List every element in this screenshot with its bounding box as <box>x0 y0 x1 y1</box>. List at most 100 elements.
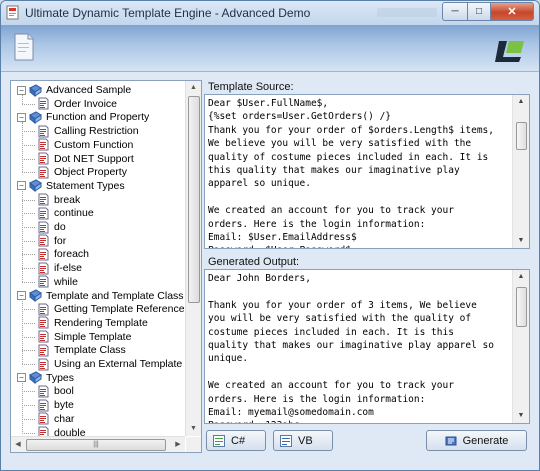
tree-category[interactable]: − Advanced Sample <box>17 83 131 97</box>
scroll-right-arrow-icon[interactable]: ▶ <box>171 437 185 452</box>
collapse-icon[interactable]: − <box>17 85 26 95</box>
code-line: quality that makes our imaginative play … <box>208 340 494 352</box>
tree-item[interactable]: Using an External Template <box>37 357 182 371</box>
tree-item[interactable]: Rendering Template <box>37 316 148 330</box>
csharp-button[interactable]: C# <box>206 430 266 451</box>
tree-category[interactable]: − Types <box>17 371 74 385</box>
tree-connector <box>22 227 35 228</box>
tree-category[interactable]: − Function and Property <box>17 110 149 124</box>
tree-vertical-scrollbar[interactable]: ▲ ▼ <box>185 81 201 436</box>
scrollbar-thumb[interactable] <box>516 287 527 327</box>
document-icon <box>38 138 49 151</box>
tree-connector <box>22 122 23 173</box>
scroll-up-arrow-icon[interactable]: ▲ <box>513 95 529 109</box>
book-icon <box>29 111 42 124</box>
output-vertical-scrollbar[interactable]: ▲ ▼ <box>512 270 529 423</box>
tree-item[interactable]: if-else <box>37 261 82 275</box>
code-line: this quality that makes our imaginative … <box>208 165 460 177</box>
tree-connector <box>22 300 23 364</box>
scrollbar-thumb[interactable]: ||| <box>26 439 166 451</box>
close-button[interactable]: ✕ <box>491 2 534 21</box>
tree-item[interactable]: Getting Template Reference <box>37 302 185 316</box>
app-window: Ultimate Dynamic Template Engine - Advan… <box>0 0 540 471</box>
tree-category[interactable]: − Template and Template Class <box>17 289 184 303</box>
scrollbar-thumb[interactable] <box>516 122 527 150</box>
tree-connector <box>22 268 35 270</box>
tree-item[interactable]: double <box>37 426 86 436</box>
tree-item[interactable]: do <box>37 220 66 234</box>
tree-item[interactable]: Simple Template <box>37 330 131 344</box>
source-vertical-scrollbar[interactable]: ▲ ▼ <box>512 95 529 248</box>
tree-item[interactable]: Order Invoice <box>37 97 117 111</box>
sample-tree[interactable]: − Advanced Sample Order Invoice − Function a… <box>10 80 202 453</box>
template-source-editor[interactable]: Dear $User.FullName$, {%set orders=User.G… <box>204 94 530 249</box>
minimize-button[interactable]: ─ <box>442 2 468 21</box>
generate-icon <box>445 436 457 445</box>
tree-horizontal-scrollbar[interactable]: ◀ ||| ▶ <box>11 436 185 452</box>
tree-item[interactable]: continue <box>37 206 94 220</box>
document-icon <box>38 399 49 412</box>
tree-item[interactable]: Dot NET Support <box>37 152 134 166</box>
scroll-down-arrow-icon[interactable]: ▼ <box>513 234 529 248</box>
tree-connector <box>22 131 35 133</box>
document-icon <box>38 125 49 138</box>
tree-item-label: char <box>54 412 75 425</box>
vb-button[interactable]: VB <box>273 430 333 451</box>
scroll-up-arrow-icon[interactable]: ▲ <box>186 81 201 95</box>
tree-item-label: break <box>54 193 81 206</box>
tree-item-label: Custom Function <box>54 138 134 151</box>
app-icon <box>6 5 19 20</box>
tree-viewport: − Advanced Sample Order Invoice − Function a… <box>11 81 185 436</box>
document-icon <box>38 358 49 370</box>
tree-connector <box>22 199 35 201</box>
tree-connector <box>22 432 35 434</box>
tree-item[interactable]: bool <box>37 384 74 398</box>
title-bar[interactable]: Ultimate Dynamic Template Engine - Advan… <box>1 1 539 25</box>
tree-item[interactable]: Calling Restriction <box>37 124 139 138</box>
code-line: We created an account for you to track y… <box>208 205 454 217</box>
tree-item-label: Object Property <box>54 166 127 179</box>
tree-item[interactable]: foreach <box>37 247 89 261</box>
collapse-icon[interactable]: − <box>17 181 26 191</box>
book-icon <box>29 289 42 302</box>
tree-connector <box>22 213 35 215</box>
scroll-down-arrow-icon[interactable]: ▼ <box>186 422 201 436</box>
tree-connector <box>22 254 35 256</box>
generated-output-text[interactable]: Dear John Borders, Thank you for your ord… <box>208 272 494 423</box>
tree-item[interactable]: break <box>37 193 80 207</box>
scroll-down-arrow-icon[interactable]: ▼ <box>513 409 529 423</box>
tree-item[interactable]: Template Class <box>37 343 126 357</box>
tree-connector <box>22 418 35 420</box>
template-source-text[interactable]: Dear $User.FullName$, {%set orders=User.G… <box>208 97 494 248</box>
maximize-button[interactable]: □ <box>468 2 491 21</box>
document-icon <box>38 385 49 398</box>
tree-item-label: continue <box>54 207 94 220</box>
code-line: Dear $User.FullName$, <box>208 98 329 109</box>
tree-item-label: Dot NET Support <box>54 152 134 165</box>
tree-item[interactable]: Custom Function <box>37 138 133 152</box>
document-icon <box>38 152 49 165</box>
tree-item[interactable]: char <box>37 412 74 426</box>
scroll-left-arrow-icon[interactable]: ◀ <box>11 437 25 452</box>
tree-category[interactable]: − Statement Types <box>17 179 125 193</box>
tree-item[interactable]: byte <box>37 398 74 412</box>
tree-item-label: foreach <box>54 248 90 261</box>
scrollbar-thumb[interactable] <box>188 96 200 303</box>
tree-item[interactable]: for <box>37 234 66 248</box>
code-line: Email: myemail@somedomain.com <box>208 407 374 419</box>
generated-output-editor[interactable]: Dear John Borders, Thank you for your ord… <box>204 269 530 424</box>
collapse-icon[interactable]: − <box>17 112 26 122</box>
code-line: Password: $User.Password$ <box>208 244 494 248</box>
generate-button[interactable]: Generate <box>426 430 527 451</box>
collapse-icon[interactable]: − <box>17 291 26 300</box>
tree-item[interactable]: Object Property <box>37 165 127 179</box>
collapse-icon[interactable]: − <box>17 373 26 383</box>
tree-item[interactable]: while <box>37 275 78 289</box>
tree-connector <box>22 382 23 433</box>
tree-item-label: Statement Types <box>46 179 125 192</box>
document-icon <box>38 426 49 436</box>
scroll-up-arrow-icon[interactable]: ▲ <box>513 270 529 284</box>
document-icon <box>38 344 49 357</box>
tree-connector <box>22 240 35 242</box>
